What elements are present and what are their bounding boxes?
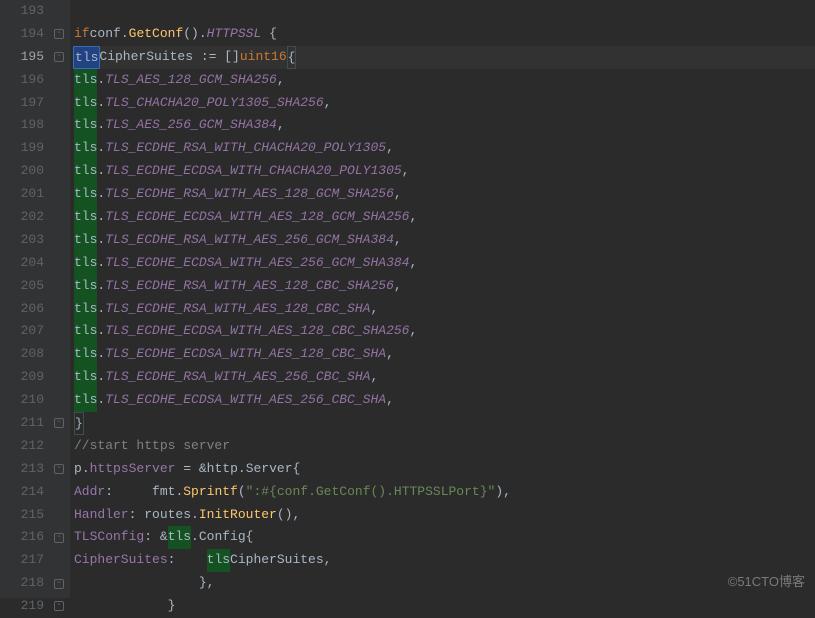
line-number[interactable]: 205 [0, 275, 44, 298]
line-number[interactable]: 206 [0, 298, 44, 321]
fold-toggle-icon[interactable]: - [54, 29, 64, 39]
fold-gutter: ------- [52, 0, 70, 598]
line-number[interactable]: 211 [0, 412, 44, 435]
line-number[interactable]: 201 [0, 183, 44, 206]
line-number[interactable]: 212 [0, 435, 44, 458]
code-line[interactable]: tls.TLS_ECDHE_RSA_WITH_AES_128_CBC_SHA, [74, 298, 815, 321]
line-number[interactable]: 207 [0, 320, 44, 343]
code-line[interactable]: tls.TLS_ECDHE_ECDSA_WITH_CHACHA20_POLY13… [74, 160, 815, 183]
code-line[interactable]: tlsCipherSuites := []uint16{ [74, 46, 815, 69]
line-number[interactable]: 214 [0, 481, 44, 504]
code-line[interactable]: tls.TLS_ECDHE_ECDSA_WITH_AES_256_CBC_SHA… [74, 389, 815, 412]
code-line[interactable] [74, 0, 815, 23]
code-line[interactable]: TLSConfig: &tls.Config{ [74, 526, 815, 549]
fold-toggle-icon[interactable]: - [54, 533, 64, 543]
line-number[interactable]: 217 [0, 549, 44, 572]
code-line[interactable]: tls.TLS_ECDHE_ECDSA_WITH_AES_128_CBC_SHA… [74, 320, 815, 343]
code-line[interactable]: tls.TLS_ECDHE_RSA_WITH_CHACHA20_POLY1305… [74, 137, 815, 160]
line-number[interactable]: 197 [0, 92, 44, 115]
code-area[interactable]: if conf.GetConf().HTTPSSL { tlsCipherSui… [70, 0, 815, 598]
line-number[interactable]: 209 [0, 366, 44, 389]
line-number[interactable]: 213 [0, 458, 44, 481]
line-number-gutter: 1931941951961971981992002012022032042052… [0, 0, 52, 598]
line-number[interactable]: 196 [0, 69, 44, 92]
code-line[interactable]: if conf.GetConf().HTTPSSL { [74, 23, 815, 46]
line-number[interactable]: 202 [0, 206, 44, 229]
code-line[interactable]: } [74, 412, 815, 435]
fold-toggle-icon[interactable]: - [54, 52, 64, 62]
line-number[interactable]: 216 [0, 526, 44, 549]
line-number[interactable]: 210 [0, 389, 44, 412]
line-number[interactable]: 198 [0, 114, 44, 137]
code-line[interactable]: tls.TLS_AES_256_GCM_SHA384, [74, 114, 815, 137]
line-number[interactable]: 204 [0, 252, 44, 275]
code-line[interactable]: }, [74, 572, 815, 595]
code-line[interactable]: CipherSuites: tlsCipherSuites, [74, 549, 815, 572]
line-number[interactable]: 200 [0, 160, 44, 183]
line-number[interactable]: 199 [0, 137, 44, 160]
line-number[interactable]: 193 [0, 0, 44, 23]
fold-toggle-icon[interactable]: - [54, 464, 64, 474]
line-number[interactable]: 203 [0, 229, 44, 252]
code-line[interactable]: p.httpsServer = &http.Server{ [74, 458, 815, 481]
code-line[interactable]: tls.TLS_ECDHE_ECDSA_WITH_AES_256_GCM_SHA… [74, 252, 815, 275]
line-number[interactable]: 219 [0, 595, 44, 618]
line-number[interactable]: 195 [0, 46, 44, 69]
code-line[interactable]: tls.TLS_CHACHA20_POLY1305_SHA256, [74, 92, 815, 115]
fold-toggle-icon[interactable]: - [54, 601, 64, 611]
code-line[interactable]: tls.TLS_ECDHE_ECDSA_WITH_AES_128_GCM_SHA… [74, 206, 815, 229]
code-line[interactable]: tls.TLS_ECDHE_RSA_WITH_AES_128_GCM_SHA25… [74, 183, 815, 206]
code-line[interactable]: tls.TLS_ECDHE_RSA_WITH_AES_128_CBC_SHA25… [74, 275, 815, 298]
line-number[interactable]: 208 [0, 343, 44, 366]
watermark-text: ©51CTO博客 [728, 571, 805, 590]
code-line[interactable]: tls.TLS_ECDHE_ECDSA_WITH_AES_128_CBC_SHA… [74, 343, 815, 366]
code-line[interactable]: tls.TLS_AES_128_GCM_SHA256, [74, 69, 815, 92]
line-number[interactable]: 194 [0, 23, 44, 46]
code-line[interactable]: tls.TLS_ECDHE_RSA_WITH_AES_256_CBC_SHA, [74, 366, 815, 389]
line-number[interactable]: 218 [0, 572, 44, 595]
code-line[interactable]: Handler: routes.InitRouter(), [74, 504, 815, 527]
fold-toggle-icon[interactable]: - [54, 579, 64, 589]
code-line[interactable]: } [74, 595, 815, 618]
code-line[interactable]: //start https server [74, 435, 815, 458]
code-line[interactable]: tls.TLS_ECDHE_RSA_WITH_AES_256_GCM_SHA38… [74, 229, 815, 252]
fold-toggle-icon[interactable]: - [54, 418, 64, 428]
line-number[interactable]: 215 [0, 504, 44, 527]
code-line[interactable]: Addr: fmt.Sprintf(":#{conf.GetConf().HTT… [74, 481, 815, 504]
code-editor: 1931941951961971981992002012022032042052… [0, 0, 815, 598]
